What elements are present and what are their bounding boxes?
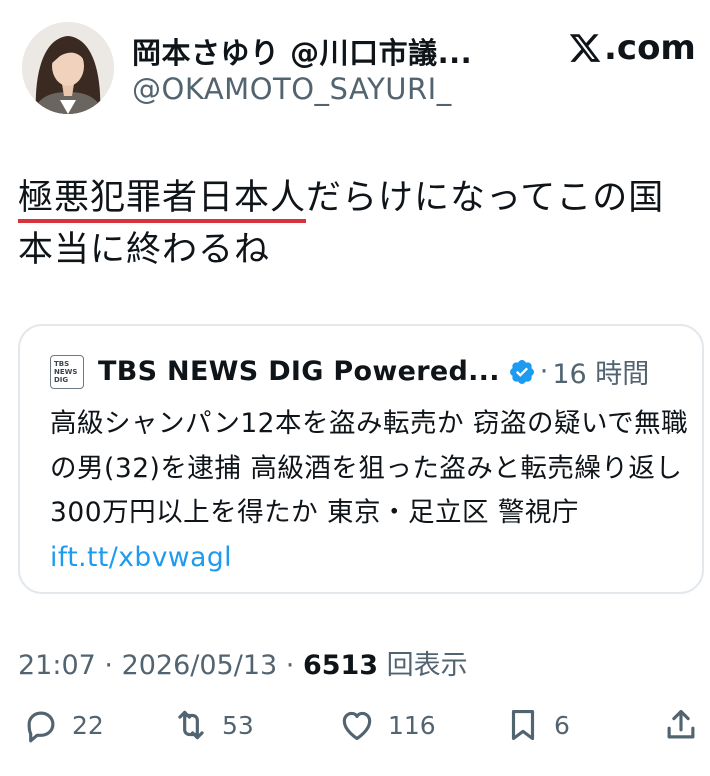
verified-badge-icon: [509, 359, 534, 384]
bookmark-button[interactable]: 6: [504, 706, 570, 744]
action-bar: 22 53 116 6: [0, 706, 710, 758]
site-domain: .com: [604, 28, 696, 68]
meta-separator: ·: [277, 650, 303, 681]
quoted-post-header: TBS NEWS DIG TBS NEWS DIG Powered... · 1…: [50, 352, 649, 391]
views-label: 回表示: [378, 650, 468, 681]
source-logo: TBS NEWS DIG: [50, 354, 84, 389]
meta-separator: ·: [95, 650, 122, 681]
share-icon: [667, 709, 695, 739]
reply-button[interactable]: 22: [22, 706, 104, 744]
bookmark-count: 6: [554, 710, 570, 740]
source-name[interactable]: TBS NEWS DIG Powered...: [98, 356, 500, 387]
source-logo-line: NEWS: [54, 367, 78, 376]
post-screenshot: 岡本さゆり @川口市議... @OKAMOTO_SAYURI_ .com 極悪犯…: [0, 0, 710, 776]
repost-icon: [178, 710, 204, 740]
source-logo-line: DIG: [54, 375, 69, 384]
x-logo-icon: [569, 34, 601, 62]
source-logo-line: TBS: [54, 359, 70, 368]
source-time-separator: ·: [539, 356, 549, 387]
views-count: 6513: [302, 650, 379, 681]
share-button[interactable]: [662, 706, 700, 744]
post-text-underlined: 極悪犯罪者日本人: [18, 178, 307, 223]
heart-icon: [342, 711, 372, 741]
like-button[interactable]: 116: [338, 706, 436, 744]
avatar-photo: [22, 22, 114, 114]
quoted-post-link[interactable]: ift.tt/xbvwagl: [50, 542, 232, 573]
post-text: 極悪犯罪者日本人だらけになってこの国本当に終わるね: [18, 172, 698, 276]
bookmark-icon: [511, 709, 535, 741]
post-date[interactable]: 2026/05/13: [122, 650, 278, 681]
reply-count: 22: [72, 710, 104, 740]
reply-icon: [27, 711, 55, 743]
post-meta: 21:07 · 2026/05/13 · 6513 回表示: [18, 643, 468, 682]
user-handle[interactable]: @OKAMOTO_SAYURI_: [132, 72, 452, 106]
avatar[interactable]: [22, 22, 114, 114]
like-count: 116: [388, 710, 436, 740]
display-name[interactable]: 岡本さゆり @川口市議...: [132, 30, 472, 72]
repost-count: 53: [222, 710, 254, 740]
repost-button[interactable]: 53: [172, 706, 254, 744]
post-time[interactable]: 21:07: [18, 650, 96, 681]
site-logo: .com: [568, 28, 696, 68]
quoted-post-body: 高級シャンパン12本を盗み転売か 窃盗の疑いで無職の男(32)を逮捕 高級酒を狙…: [50, 408, 689, 528]
quoted-post-text: 高級シャンパン12本を盗み転売か 窃盗の疑いで無職の男(32)を逮捕 高級酒を狙…: [50, 402, 690, 580]
source-time: 16 時間: [552, 359, 650, 390]
quoted-post-card[interactable]: TBS NEWS DIG TBS NEWS DIG Powered... · 1…: [18, 324, 704, 594]
